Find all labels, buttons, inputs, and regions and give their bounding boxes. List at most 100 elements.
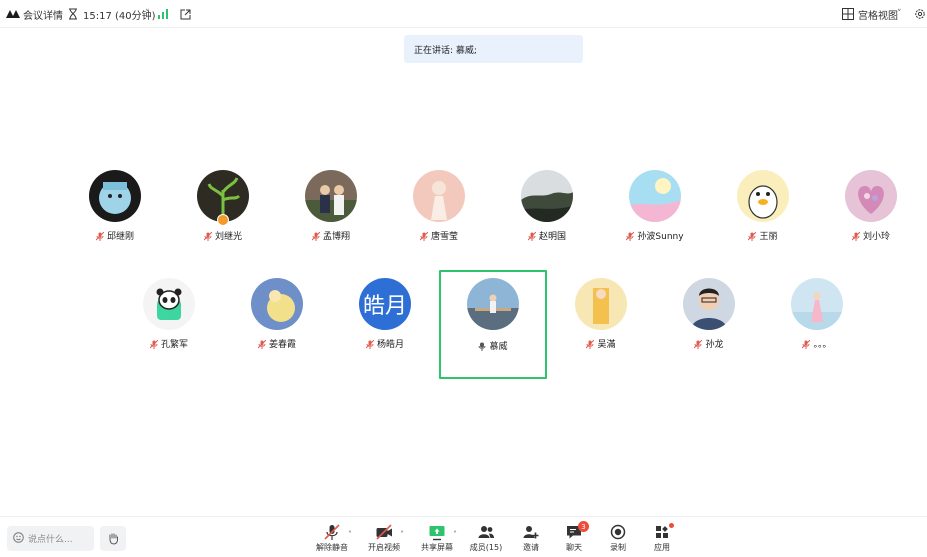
participant-tile[interactable]: 。。。	[763, 278, 871, 378]
avatar	[305, 170, 357, 222]
mic-muted-icon	[694, 340, 703, 349]
start-video-button[interactable]: ˄ 开启视频	[362, 524, 406, 556]
chat-button[interactable]: 3 聊天	[552, 521, 596, 556]
control-label: 成员(15)	[469, 543, 503, 552]
bottom-toolbar: 说点什么... ˄ 解除静音 ˄ 开启视频 ˄ 共享屏幕 成员(15) 邀请 3…	[0, 516, 927, 557]
mic-muted-icon	[95, 232, 104, 241]
control-label: 解除静音	[316, 543, 348, 552]
record-button[interactable]: 录制	[596, 524, 640, 556]
avatar	[737, 170, 789, 222]
avatar	[629, 170, 681, 222]
mic-muted-icon	[203, 232, 212, 241]
host-badge-icon	[217, 214, 229, 226]
share-link-icon[interactable]	[180, 7, 191, 21]
top-bar: 会议详情 15:17 (40分钟) ˅ 宫格视图 ˅	[0, 0, 927, 28]
share-screen-icon	[428, 524, 446, 541]
control-label: 录制	[610, 543, 626, 552]
participant-tile[interactable]: 姜春霞	[223, 278, 331, 378]
mic-muted-icon	[311, 232, 320, 241]
members-icon	[477, 524, 495, 541]
participant-tile[interactable]: 孔繁军	[115, 278, 223, 378]
mic-active-icon	[478, 342, 486, 351]
mic-muted-icon	[802, 340, 811, 349]
participant-tile[interactable]: 唐雪莹	[385, 170, 493, 270]
participant-tile[interactable]: 刘继光	[169, 170, 277, 270]
apps-notification-dot	[669, 523, 674, 528]
mic-muted-icon	[586, 340, 595, 349]
avatar: 皓月	[359, 278, 411, 330]
mic-muted-icon	[419, 232, 428, 241]
participant-name: 孙龙	[655, 337, 763, 350]
participant-name: 姜春霞	[223, 337, 331, 350]
view-mode-selector[interactable]: 宫格视图	[858, 7, 898, 22]
participant-tile[interactable]: 赵明国	[493, 170, 601, 270]
invite-button[interactable]: 邀请	[509, 524, 553, 556]
chevron-down-icon[interactable]: ˅	[145, 7, 150, 21]
speaking-banner: 正在讲话: 慕威;	[404, 35, 583, 63]
participant-tile[interactable]: 刘小玲	[817, 170, 925, 270]
mic-muted-icon	[748, 232, 757, 241]
grid-view-icon[interactable]	[842, 7, 854, 21]
mic-muted-icon	[851, 232, 860, 241]
mic-muted-icon	[149, 340, 158, 349]
participant-tile[interactable]: 孙波Sunny	[601, 170, 709, 270]
apps-button[interactable]: 应用	[640, 523, 684, 556]
mic-muted-icon	[257, 340, 266, 349]
participant-tile[interactable]: 吴滿	[547, 278, 655, 378]
avatar	[143, 278, 195, 330]
participant-name: 慕威	[441, 339, 545, 352]
video-off-icon	[375, 524, 393, 541]
avatar	[683, 278, 735, 330]
emoji-icon[interactable]	[13, 531, 24, 546]
participant-name: 吴滿	[547, 337, 655, 350]
settings-gear-icon[interactable]	[914, 7, 926, 21]
tencent-meeting-logo-icon	[6, 7, 22, 21]
control-label: 开启视频	[368, 543, 400, 552]
chat-unread-badge: 3	[578, 521, 589, 532]
participant-name: 孙波Sunny	[601, 229, 709, 242]
participant-tile[interactable]: 孟博翔	[277, 170, 385, 270]
control-label: 聊天	[566, 543, 582, 552]
members-button[interactable]: 成员(15)	[464, 524, 508, 556]
mic-muted-icon	[323, 524, 341, 541]
meeting-details-link[interactable]: 会议详情	[23, 7, 63, 22]
participant-name: 孔繁军	[115, 337, 223, 350]
control-label: 应用	[654, 543, 670, 552]
participant-name: 。。。	[763, 337, 871, 350]
chat-input[interactable]: 说点什么...	[7, 526, 94, 551]
participant-name: 刘小玲	[817, 229, 925, 242]
record-icon	[609, 524, 627, 541]
chevron-up-icon[interactable]: ˄	[400, 530, 404, 539]
participant-tile-speaking[interactable]: 慕威	[439, 270, 547, 379]
participant-name: 杨皓月	[331, 337, 439, 350]
participant-name: 赵明国	[493, 229, 601, 242]
control-label: 邀请	[523, 543, 539, 552]
participant-name: 刘继光	[169, 229, 277, 242]
unmute-button[interactable]: ˄ 解除静音	[310, 524, 354, 556]
hourglass-icon	[68, 7, 78, 21]
chevron-down-icon[interactable]: ˅	[897, 7, 902, 21]
participant-tile[interactable]: 邱继刚	[61, 170, 169, 270]
participant-name: 邱继刚	[61, 229, 169, 242]
participant-name: 孟博翔	[277, 229, 385, 242]
participant-name: 唐雪莹	[385, 229, 493, 242]
chevron-up-icon[interactable]: ˄	[348, 530, 352, 539]
avatar	[251, 278, 303, 330]
chevron-up-icon[interactable]: ˄	[453, 530, 457, 539]
chat-placeholder: 说点什么...	[28, 535, 73, 545]
network-signal-icon[interactable]	[157, 7, 169, 21]
avatar	[521, 170, 573, 222]
raise-hand-button[interactable]	[100, 526, 126, 551]
raise-hand-icon	[109, 533, 118, 545]
participant-name: 王丽	[709, 229, 817, 242]
participant-tile[interactable]: 皓月 杨皓月	[331, 278, 439, 378]
avatar	[575, 278, 627, 330]
avatar	[467, 278, 519, 330]
participant-tile[interactable]: 王丽	[709, 170, 817, 270]
mic-muted-icon	[626, 232, 635, 241]
avatar	[845, 170, 897, 222]
invite-icon	[522, 524, 540, 541]
share-screen-button[interactable]: ˄ 共享屏幕	[415, 524, 459, 556]
avatar	[791, 278, 843, 330]
participant-tile[interactable]: 孙龙	[655, 278, 763, 378]
